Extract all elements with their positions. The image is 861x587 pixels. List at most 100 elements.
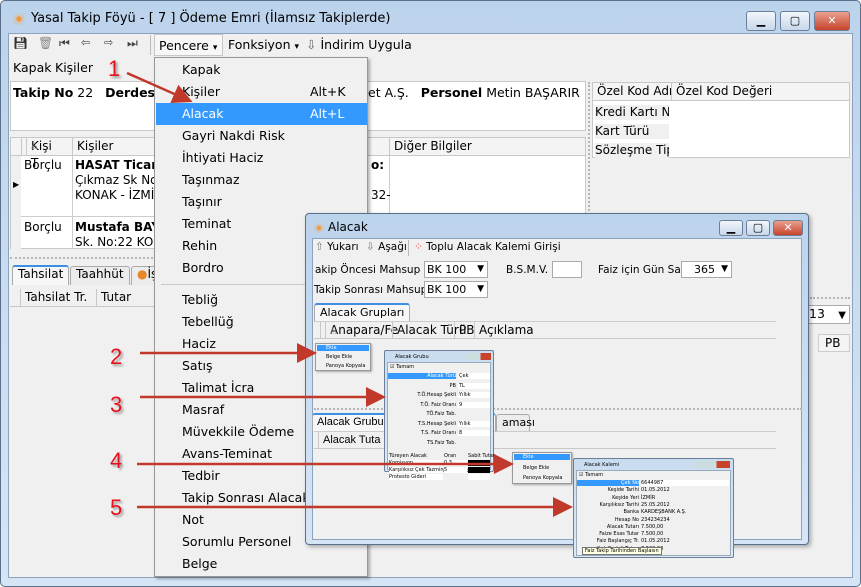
asagi-button[interactable]: ⇩ Aşağı [366, 241, 407, 253]
field-value[interactable]: KARDEŞBANK A.Ş. [641, 509, 729, 515]
bsmv-label: B.S.M.V. [506, 264, 549, 276]
table-cell[interactable] [468, 474, 490, 480]
last-icon[interactable]: ⏭︎ [127, 36, 138, 51]
menu-item[interactable]: Alacak Alt+L [156, 103, 367, 125]
yukari-button[interactable]: ⇧ Yukarı [315, 241, 359, 253]
pencere-menu-button[interactable]: Pencere ▾ [154, 34, 223, 56]
bsmv-input[interactable] [552, 261, 582, 278]
field-value[interactable]: Yıllık [458, 392, 490, 398]
window-controls[interactable] [694, 461, 730, 468]
menu-item-label: Gayri Nakdi Risk [182, 128, 285, 143]
header-aciklama[interactable]: Açıklama [474, 322, 534, 339]
tamam-button[interactable]: ☑ Tamam [390, 364, 414, 370]
header-kisi-tipi[interactable]: Kişi T △ [21, 138, 52, 170]
takip-info: Takip No 22 Derdest [13, 85, 161, 100]
field-value[interactable]: 8 [458, 430, 490, 436]
menu-item[interactable]: Kapak [156, 59, 367, 81]
save-icon[interactable]: 💾︎ [13, 36, 28, 50]
menu-item-ekle[interactable]: Ekle [317, 345, 369, 351]
field-value[interactable]: İZMİR [641, 495, 729, 501]
field-value[interactable]: 25.05.2012 [641, 502, 729, 508]
menu-item-belge-ekle[interactable]: Belge Ekle [523, 465, 549, 471]
field-value[interactable]: 01.05.2012 [641, 487, 729, 493]
menu-item-label: Masraf [182, 402, 225, 417]
tamam-button[interactable]: ☑ Tamam [579, 472, 603, 478]
spinner-icon: ⁘ [414, 241, 423, 253]
header-kisiler[interactable]: Kişiler [72, 138, 113, 155]
menu-item[interactable]: İhtiyati Haciz [156, 147, 367, 169]
person-row[interactable]: Mustafa BAY. Sk. No:22 KON [75, 220, 163, 250]
header-tutar[interactable]: Tutar [96, 289, 131, 306]
tab-taahhut[interactable]: Taahhüt [70, 266, 130, 285]
menu-item-label: Talimat İcra [182, 380, 255, 395]
header-alacak-tutari[interactable]: Alacak Tuta [318, 432, 380, 449]
table-cell[interactable]: 5 [444, 467, 467, 473]
field-value[interactable]: TL [458, 382, 490, 389]
menu-item[interactable]: Kişiler Alt+K [156, 81, 367, 103]
header-pb[interactable]: PB [818, 334, 850, 352]
tab-second[interactable]: aması [496, 414, 535, 432]
takip-oncesi-mahsup-select[interactable]: BK 100 ▼ [424, 261, 488, 278]
header-tahsilat-tarihi[interactable]: Tahsilat Tr. [20, 289, 87, 306]
field-value[interactable]: 01.05.2012 [641, 538, 729, 544]
header-diger-bilgiler[interactable]: Diğer Bilgiler [389, 138, 472, 155]
close-button[interactable]: ✕ [814, 11, 850, 31]
takip-sonrasi-mahsup-select[interactable]: BK 100 ▼ [424, 281, 488, 298]
nav-kisiler[interactable]: Kişiler [55, 60, 93, 75]
menu-item[interactable]: Taşınır [156, 191, 367, 213]
gun-sayisi-select[interactable]: 365 ▼ [681, 261, 732, 278]
right-combo[interactable]: 13 ▼ [806, 305, 850, 324]
delete-icon[interactable]: 🗑︎ [38, 36, 53, 50]
minimize-button[interactable]: ▁ [719, 220, 743, 236]
maximize-button[interactable]: ▢ [780, 11, 810, 31]
field-value[interactable]: 7.500,00 [641, 531, 729, 537]
toplu-alacak-button[interactable]: ⁘ Toplu Alacak Kalemi Girişi [414, 241, 561, 253]
menu-item[interactable]: Gayri Nakdi Risk [156, 125, 367, 147]
menu-item-ekle[interactable]: Ekle [514, 454, 570, 460]
table-cell[interactable] [468, 460, 490, 466]
nav-kapak[interactable]: Kapak [13, 60, 51, 75]
ozel-kod-row[interactable]: Sözleşme Tipi [595, 143, 669, 158]
window-controls[interactable] [465, 353, 491, 360]
table-cell[interactable] [468, 467, 490, 473]
header-ozel-kod-degeri[interactable]: Özel Kod Değeri [671, 83, 772, 100]
table-cell[interactable]: Komisyon [389, 460, 443, 466]
ozel-kod-row[interactable]: Kart Türü [595, 124, 669, 139]
tab-alacak-gruplari[interactable]: Alacak Grupları [314, 303, 411, 321]
field-label: TÖ.Faiz Tab. [426, 411, 456, 417]
ozel-kod-row[interactable]: Kredi Kartı No [595, 105, 669, 120]
field-value[interactable]: 7.500,00 [641, 524, 729, 530]
header-pb[interactable]: PB [454, 322, 474, 339]
close-button[interactable]: ✕ [773, 220, 803, 236]
indirim-button[interactable]: ⇩ İndirim Uygula [306, 37, 412, 52]
prev-icon[interactable]: ⇦ [81, 36, 90, 49]
person-type[interactable]: Borçlu [24, 158, 62, 173]
field-value[interactable]: 234234234 [641, 517, 729, 523]
header-ozel-kod-adi[interactable]: Özel Kod Adı [593, 83, 672, 100]
menu-item[interactable]: Taşınmaz [156, 169, 367, 191]
person-type[interactable]: Borçlu [24, 220, 62, 235]
field-value[interactable]: 6644987 [641, 480, 729, 486]
fonksiyon-menu-button[interactable]: Fonksiyon ▾ [228, 37, 299, 52]
table-cell[interactable]: Protesto Gideri [389, 474, 443, 480]
next-icon[interactable]: ⇨ [104, 36, 113, 49]
header-anapara[interactable]: Anapara/Fe △ [320, 322, 398, 339]
personel-label: Personel [420, 85, 483, 100]
tab-tahsilat[interactable]: Tahsilat [12, 265, 70, 285]
menu-item-panoya-kopyala[interactable]: Panoya Kopyala [523, 475, 562, 481]
menu-item-panoya-kopyala[interactable]: Panoya Kopyala [326, 363, 365, 369]
field-value[interactable]: Çek [458, 373, 490, 379]
arrow-down-icon: ⇩ [306, 37, 317, 52]
table-cell[interactable]: Karşılıksız Çek Tazminatı [389, 467, 450, 473]
menu-item-belge-ekle[interactable]: Belge Ekle [326, 354, 352, 360]
menu-item[interactable]: Belge [156, 553, 367, 575]
maximize-button[interactable]: ▢ [746, 220, 770, 236]
minimize-button[interactable]: ▁ [746, 11, 776, 31]
person-row[interactable]: HASAT Ticare Çıkmaz Sk No: KONAK - İZMİR [75, 158, 165, 203]
first-icon[interactable]: ⏮︎ [59, 36, 70, 51]
field-value[interactable]: 9 [458, 401, 490, 408]
table-cell[interactable]: 0,3 [444, 460, 467, 466]
takip-no: 22 [77, 85, 94, 100]
menu-item-label: Bordro [182, 260, 224, 275]
field-value[interactable]: Yıllık [458, 420, 490, 427]
